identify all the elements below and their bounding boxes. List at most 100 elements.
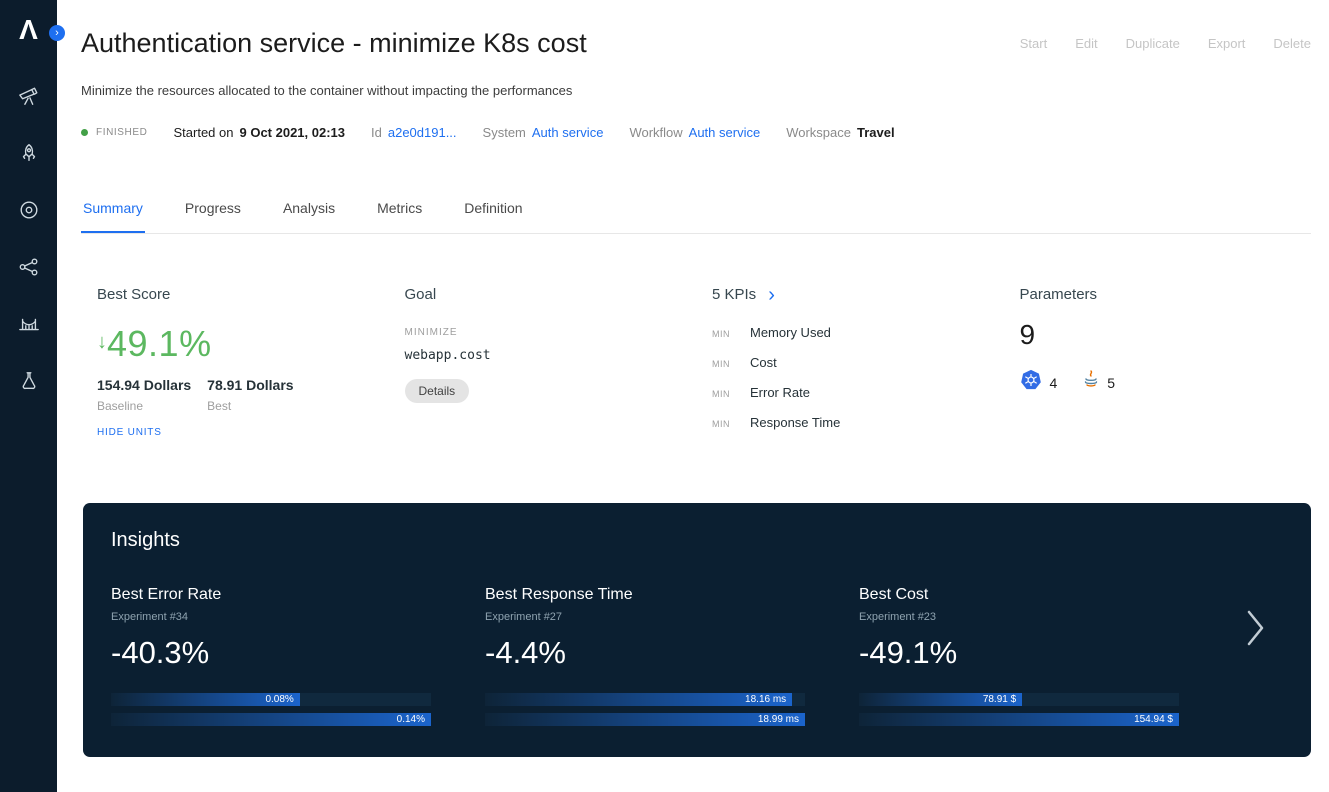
study-id-label: Id xyxy=(371,125,382,140)
main-content: Authentication service - minimize K8s co… xyxy=(57,0,1329,792)
insights-next-button[interactable] xyxy=(1245,608,1267,651)
chevron-right-icon: › xyxy=(55,27,59,39)
sidebar-item-telemetry[interactable] xyxy=(0,298,57,355)
parameters-heading: Parameters xyxy=(1020,286,1312,303)
sidebar: Λ › xyxy=(0,0,57,792)
edit-button[interactable]: Edit xyxy=(1075,36,1097,51)
baseline-bar-label: 0.14% xyxy=(397,713,425,726)
kpi-name: Error Rate xyxy=(750,385,810,400)
best-bar-label: 18.16 ms xyxy=(745,693,786,706)
arrow-down-icon: ↓ xyxy=(97,331,107,354)
telescope-icon xyxy=(18,85,40,112)
goal-mode: MINIMIZE xyxy=(405,327,697,338)
study-id-link[interactable]: a2e0d191... xyxy=(388,125,457,140)
start-button[interactable]: Start xyxy=(1020,36,1047,51)
system-label: System xyxy=(483,125,526,140)
status-dot-icon xyxy=(81,129,88,136)
kpi-list: MIN Memory Used MIN Cost MIN Error Rate … xyxy=(712,325,1004,430)
page-subtitle: Minimize the resources allocated to the … xyxy=(81,83,1311,98)
insights-heading: Insights xyxy=(111,529,1283,552)
best-bar-track: 78.91 $ xyxy=(859,693,1179,706)
insight-value: -49.1% xyxy=(859,635,1233,671)
started-on: Started on 9 Oct 2021, 02:13 xyxy=(173,125,345,140)
page-title: Authentication service - minimize K8s co… xyxy=(81,28,587,59)
kpi-name: Cost xyxy=(750,355,777,370)
sidebar-item-optimizations[interactable] xyxy=(0,127,57,184)
tab-metrics[interactable]: Metrics xyxy=(375,192,424,233)
app-logo-glyph: Λ xyxy=(19,14,38,45)
sidebar-item-goals[interactable] xyxy=(0,184,57,241)
best-bar-track: 18.16 ms xyxy=(485,693,805,706)
sidebar-expand-button[interactable]: › xyxy=(49,25,65,41)
kpi-row: MIN Response Time xyxy=(712,415,1004,430)
insight-bars: 0.08% 0.14% xyxy=(111,693,431,726)
best-label: Best xyxy=(207,399,293,413)
hide-units-button[interactable]: HIDE UNITS xyxy=(97,427,162,438)
parameters-breakdown: 4 5 xyxy=(1020,369,1312,396)
flask-icon xyxy=(18,370,40,397)
insights-panel: Insights Best Error Rate Experiment #34 … xyxy=(83,503,1311,757)
insight-bars: 18.16 ms 18.99 ms xyxy=(485,693,805,726)
parameters-total: 9 xyxy=(1020,319,1312,351)
goal-details-button[interactable]: Details xyxy=(405,379,470,403)
kpi-name: Response Time xyxy=(750,415,840,430)
system-link[interactable]: Auth service xyxy=(532,125,604,140)
workspace-label: Workspace xyxy=(786,125,851,140)
workflow-label: Workflow xyxy=(629,125,682,140)
baseline-bar-track: 0.14% xyxy=(111,713,431,726)
kpi-direction: MIN xyxy=(712,419,750,429)
app-window: Λ › xyxy=(0,0,1329,792)
chevron-right-icon: › xyxy=(768,288,775,302)
status-badge: FINISHED xyxy=(81,127,147,138)
insight-cards: Best Error Rate Experiment #34 -40.3% 0.… xyxy=(111,586,1283,733)
workspace-ref: Workspace Travel xyxy=(786,125,894,140)
meta-row: FINISHED Started on 9 Oct 2021, 02:13 Id… xyxy=(81,125,1311,140)
insight-card-cost: Best Cost Experiment #23 -49.1% 78.91 $ … xyxy=(859,586,1233,733)
kpi-row: MIN Memory Used xyxy=(712,325,1004,340)
insight-bars: 78.91 $ 154.94 $ xyxy=(859,693,1179,726)
duplicate-button[interactable]: Duplicate xyxy=(1126,36,1180,51)
kpi-name: Memory Used xyxy=(750,325,831,340)
best-bar-fill: 18.16 ms xyxy=(485,693,792,706)
score-comparison: 154.94 Dollars Baseline 78.91 Dollars Be… xyxy=(97,377,389,413)
java-count: 5 xyxy=(1107,375,1115,391)
study-id: Id a2e0d191... xyxy=(371,125,457,140)
insight-title: Best Cost xyxy=(859,586,1233,604)
tab-summary[interactable]: Summary xyxy=(81,192,145,233)
baseline-bar-track: 18.99 ms xyxy=(485,713,805,726)
kubernetes-icon xyxy=(1020,369,1042,396)
kpi-direction: MIN xyxy=(712,329,750,339)
sidebar-item-workflows[interactable] xyxy=(0,355,57,412)
best-score-number: 49.1% xyxy=(107,323,212,365)
goal-panel: Goal MINIMIZE webapp.cost Details xyxy=(389,286,697,445)
insight-value: -40.3% xyxy=(111,635,485,671)
baseline-bar-label: 18.99 ms xyxy=(758,713,799,726)
best-bar-label: 78.91 $ xyxy=(983,693,1016,706)
tab-definition[interactable]: Definition xyxy=(462,192,524,233)
best-bar-fill: 0.08% xyxy=(111,693,300,706)
kpis-heading-row[interactable]: 5 KPIs › xyxy=(712,286,1004,303)
baseline-pair: 154.94 Dollars Baseline xyxy=(97,377,191,413)
sidebar-item-studies[interactable] xyxy=(0,70,57,127)
summary-section: Best Score ↓ 49.1% 154.94 Dollars Baseli… xyxy=(81,286,1311,445)
tab-progress[interactable]: Progress xyxy=(183,192,243,233)
best-bar-track: 0.08% xyxy=(111,693,431,706)
sidebar-item-systems[interactable] xyxy=(0,241,57,298)
target-icon xyxy=(18,199,40,226)
kpi-row: MIN Cost xyxy=(712,355,1004,370)
insight-card-error-rate: Best Error Rate Experiment #34 -40.3% 0.… xyxy=(111,586,485,733)
started-on-label: Started on xyxy=(173,125,233,140)
goal-expression: webapp.cost xyxy=(405,348,697,363)
workflow-link[interactable]: Auth service xyxy=(689,125,761,140)
tab-bar: Summary Progress Analysis Metrics Defini… xyxy=(81,192,1311,234)
kpi-row: MIN Error Rate xyxy=(712,385,1004,400)
tab-analysis[interactable]: Analysis xyxy=(281,192,337,233)
insight-experiment: Experiment #23 xyxy=(859,611,1233,623)
baseline-label: Baseline xyxy=(97,399,191,413)
export-button[interactable]: Export xyxy=(1208,36,1246,51)
topology-icon xyxy=(18,256,40,283)
delete-button[interactable]: Delete xyxy=(1273,36,1311,51)
insight-card-response-time: Best Response Time Experiment #27 -4.4% … xyxy=(485,586,859,733)
baseline-bar-label: 154.94 $ xyxy=(1134,713,1173,726)
started-on-value: 9 Oct 2021, 02:13 xyxy=(239,125,345,140)
